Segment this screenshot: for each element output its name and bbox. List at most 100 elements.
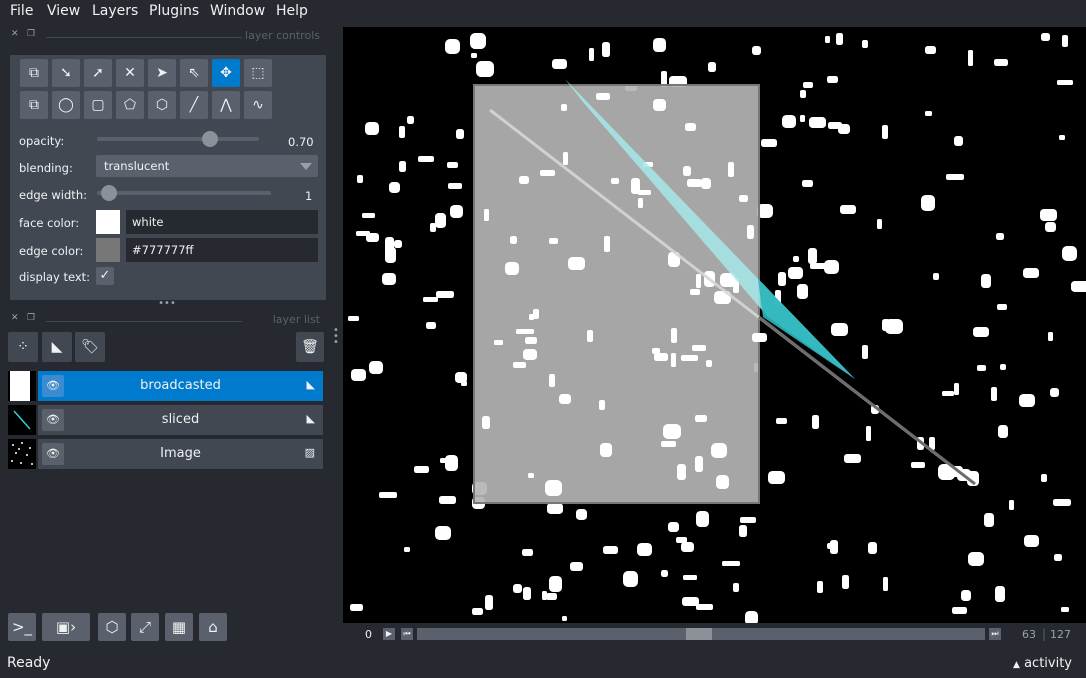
image-blob xyxy=(522,549,533,556)
opacity-slider-handle[interactable] xyxy=(202,131,219,147)
ndisplay-toggle-icon[interactable]: ▣› xyxy=(42,613,90,641)
rectangle-icon[interactable]: ▢ xyxy=(84,91,112,119)
new-points-layer-icon[interactable]: ⁘ xyxy=(8,332,38,362)
image-blob xyxy=(445,455,458,471)
new-labels-layer-icon[interactable]: 🏷 xyxy=(75,332,105,362)
viewer-canvas[interactable] xyxy=(343,27,1086,623)
polyline-icon[interactable]: ∿ xyxy=(244,91,272,119)
remove-vertex-icon[interactable]: ➘ xyxy=(52,59,80,87)
transpose-icon[interactable]: ⤢ xyxy=(131,613,159,641)
line-shape-outside xyxy=(758,315,976,486)
eye-icon[interactable]: 👁 xyxy=(42,443,64,465)
shape-move-back-icon[interactable]: ⧉ xyxy=(20,59,48,87)
edge-width-slider-handle[interactable] xyxy=(101,185,117,201)
image-blob xyxy=(961,590,971,601)
image-blob xyxy=(778,272,786,286)
image-blob xyxy=(596,93,610,100)
splitter-handle[interactable]: ••• xyxy=(158,299,176,309)
image-blob xyxy=(426,322,436,329)
dims-slice-value[interactable]: 63 xyxy=(1022,628,1036,641)
edge-width-label: edge width: xyxy=(19,188,87,202)
opacity-slider[interactable] xyxy=(97,137,259,141)
dims-slider-handle[interactable] xyxy=(686,628,712,640)
menu-file[interactable]: File xyxy=(10,3,33,19)
roll-dims-icon[interactable]: ⬡ xyxy=(98,613,126,641)
eye-icon[interactable]: 👁 xyxy=(42,409,64,431)
image-blob xyxy=(559,394,571,404)
grid-icon[interactable]: ▦ xyxy=(165,613,193,641)
shape-move-front-icon[interactable]: ⧉ xyxy=(20,91,48,119)
opacity-label: opacity: xyxy=(19,134,65,148)
edge-width-slider[interactable] xyxy=(97,191,271,195)
image-blob xyxy=(677,464,686,480)
layer-bar: 👁 Image ▨ xyxy=(38,439,323,469)
image-blob xyxy=(549,238,558,244)
image-blob xyxy=(471,53,477,58)
menu-layers[interactable]: Layers xyxy=(92,3,138,19)
line-icon[interactable]: ╱ xyxy=(180,91,208,119)
menu-view[interactable]: View xyxy=(47,3,80,19)
layer-row-sliced[interactable]: 👁 sliced ◣ xyxy=(8,405,323,435)
play-icon[interactable]: ▶ xyxy=(383,628,395,640)
image-blob xyxy=(692,345,706,351)
image-blob xyxy=(513,584,522,593)
image-blob xyxy=(782,115,796,128)
image-blob xyxy=(523,349,537,360)
image-blob xyxy=(1000,364,1006,370)
delete-shape-icon[interactable]: ✕ xyxy=(116,59,144,87)
image-blob xyxy=(570,562,583,571)
lasso-icon[interactable]: ⬡ xyxy=(148,91,176,119)
ellipse-icon[interactable]: ◯ xyxy=(52,91,80,119)
image-blob xyxy=(716,475,729,489)
layer-row-image[interactable]: 👁 Image ▨ xyxy=(8,439,323,469)
menu-plugins[interactable]: Plugins xyxy=(149,3,199,19)
float-dock-icon[interactable]: ❐ xyxy=(27,314,35,323)
delete-layer-icon[interactable]: 🗑 xyxy=(296,332,324,362)
menu-help[interactable]: Help xyxy=(276,3,308,19)
edge-color-swatch[interactable] xyxy=(96,238,120,262)
blending-dropdown[interactable]: translucent xyxy=(96,155,318,177)
menu-bar: File View Layers Plugins Window Help xyxy=(0,0,1086,24)
image-blob xyxy=(824,260,839,274)
step-back-icon[interactable]: ⏮ xyxy=(401,628,413,640)
path-icon[interactable]: ⋀ xyxy=(212,91,240,119)
pan-zoom-icon[interactable]: ✥ xyxy=(212,59,240,87)
image-blob xyxy=(793,256,799,262)
image-blob xyxy=(800,115,805,122)
image-blob xyxy=(637,543,652,556)
image-blob xyxy=(745,611,758,623)
menu-window[interactable]: Window xyxy=(210,3,265,19)
activity-button[interactable]: ▲ activity xyxy=(1013,656,1072,671)
face-color-input[interactable]: white xyxy=(126,210,318,234)
image-blob xyxy=(1019,394,1035,407)
image-blob xyxy=(369,361,383,374)
close-dock-icon[interactable]: ✕ xyxy=(11,30,19,39)
image-blob xyxy=(862,40,868,48)
image-blob xyxy=(747,225,754,239)
eye-icon[interactable]: 👁 xyxy=(42,375,64,397)
dock-resize-handle[interactable]: • • • xyxy=(333,326,339,348)
polygon-icon[interactable]: ⬠ xyxy=(116,91,144,119)
float-dock-icon[interactable]: ❐ xyxy=(27,30,35,39)
close-dock-icon[interactable]: ✕ xyxy=(11,314,19,323)
image-blob xyxy=(946,174,964,180)
layer-thumbnail xyxy=(8,371,36,401)
new-shapes-layer-icon[interactable]: ◣ xyxy=(42,332,72,362)
image-blob xyxy=(510,236,517,244)
home-icon[interactable]: ⌂ xyxy=(199,613,227,641)
transform-icon[interactable]: ⬚ xyxy=(244,59,272,87)
layer-row-broadcasted[interactable]: 👁 broadcasted ◣ xyxy=(8,371,323,401)
edge-color-input[interactable]: #777777ff xyxy=(126,238,318,262)
display-text-checkbox[interactable]: ✓ xyxy=(96,267,114,285)
select-shape-icon[interactable]: ➤ xyxy=(148,59,176,87)
image-blob xyxy=(399,126,405,138)
image-blob xyxy=(687,179,702,187)
add-vertex-icon[interactable]: ➚ xyxy=(84,59,112,87)
face-color-text: white xyxy=(132,215,164,229)
step-forward-icon[interactable]: ⏭ xyxy=(989,628,1001,640)
blending-label: blending: xyxy=(19,161,73,175)
console-icon[interactable]: >_ xyxy=(8,613,36,641)
image-blob xyxy=(825,36,830,43)
face-color-swatch[interactable] xyxy=(96,210,120,234)
direct-select-icon[interactable]: ⇖ xyxy=(180,59,208,87)
